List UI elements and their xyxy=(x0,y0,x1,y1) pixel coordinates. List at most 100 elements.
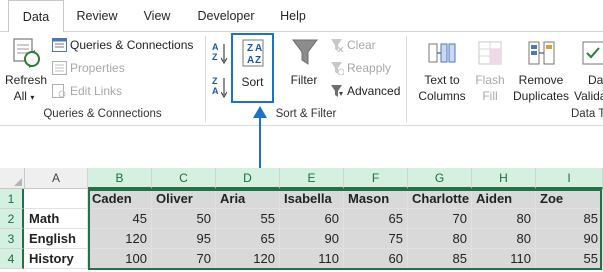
column-header-a[interactable]: A xyxy=(25,168,88,189)
advanced-filter-icon xyxy=(331,85,343,97)
group-divider xyxy=(406,36,407,122)
tab-developer[interactable]: Developer xyxy=(186,0,266,32)
column-header-d[interactable]: D xyxy=(216,168,280,189)
column-header-c[interactable]: C xyxy=(152,168,216,189)
column-header-f[interactable]: F xyxy=(344,168,408,189)
svg-text:A: A xyxy=(247,55,254,66)
reapply-icon xyxy=(331,62,345,76)
cell-g2[interactable]: 70 xyxy=(408,209,472,229)
group-label-data-tools: Data T xyxy=(571,108,603,120)
edit-links-button[interactable]: Edit Links xyxy=(52,83,122,99)
cell-c1[interactable]: Oliver xyxy=(152,189,216,209)
cell-c4[interactable]: 70 xyxy=(152,249,216,269)
tab-view[interactable]: View xyxy=(132,0,182,32)
remove-duplicates-button[interactable]: Remove Duplicates xyxy=(510,34,572,104)
refresh-all-button[interactable]: Refresh All ▾ xyxy=(2,34,50,106)
cell-b2[interactable]: 45 xyxy=(88,209,152,229)
cell-d1[interactable]: Aria xyxy=(216,189,280,209)
arrow-down-icon xyxy=(221,78,227,98)
cell-i2[interactable]: 85 xyxy=(536,209,603,229)
svg-text:Z: Z xyxy=(247,43,253,54)
cell-h1[interactable]: Aiden xyxy=(472,189,536,209)
cell-a3[interactable]: English xyxy=(25,229,88,249)
cell-d3[interactable]: 65 xyxy=(216,229,280,249)
sort-z-to-a-button[interactable]: ZA xyxy=(212,76,228,100)
reapply-button[interactable]: Reapply xyxy=(330,60,391,76)
refresh-label: Refresh xyxy=(4,73,48,87)
row-header-3[interactable]: 3 xyxy=(0,229,24,249)
tab-help[interactable]: Help xyxy=(270,0,316,32)
queries-connections-button[interactable]: Queries & Connections xyxy=(52,37,193,53)
refresh-all-icon xyxy=(13,38,40,68)
cell-h3[interactable]: 80 xyxy=(472,229,536,249)
cell-b4[interactable]: 100 xyxy=(88,249,152,269)
group-label-queries: Queries & Connections xyxy=(43,108,162,120)
cell-d2[interactable]: 55 xyxy=(216,209,280,229)
edit-links-icon xyxy=(52,84,66,98)
cell-f3[interactable]: 75 xyxy=(344,229,408,249)
row-header-1[interactable]: 1 xyxy=(0,189,24,209)
columns-label: Columns xyxy=(418,89,466,103)
cell-f1[interactable]: Mason xyxy=(344,189,408,209)
data-validation-button[interactable]: Da Valida xyxy=(574,34,603,104)
properties-button[interactable]: Properties xyxy=(52,60,125,76)
funnel-icon xyxy=(292,39,318,65)
flash-fill-button[interactable]: Flash Fill xyxy=(472,34,508,104)
column-header-g[interactable]: G xyxy=(408,168,472,189)
filter-button[interactable]: Filter xyxy=(282,34,326,104)
tab-review[interactable]: Review xyxy=(68,0,126,32)
fill-label: Fill xyxy=(482,89,498,103)
cell-e1[interactable]: Isabella xyxy=(280,189,344,209)
cell-g1[interactable]: Charlotte xyxy=(408,189,472,209)
cell-i1[interactable]: Zoe xyxy=(536,189,603,209)
cell-a1[interactable] xyxy=(25,189,88,209)
sort-button[interactable]: Z A A Z Sort xyxy=(231,33,274,103)
cell-e4[interactable]: 110 xyxy=(280,249,344,269)
column-header-e[interactable]: E xyxy=(280,168,344,189)
duplicates-label: Duplicates xyxy=(512,89,570,103)
cell-b1[interactable]: Caden xyxy=(88,189,152,209)
row-header-4[interactable]: 4 xyxy=(0,249,24,269)
cell-e3[interactable]: 90 xyxy=(280,229,344,249)
properties-label: Properties xyxy=(70,61,125,75)
cell-c3[interactable]: 95 xyxy=(152,229,216,249)
advanced-button[interactable]: Advanced xyxy=(330,83,400,99)
cell-g3[interactable]: 80 xyxy=(408,229,472,249)
cell-h2[interactable]: 80 xyxy=(472,209,536,229)
cell-e2[interactable]: 60 xyxy=(280,209,344,229)
reapply-label: Reapply xyxy=(347,61,392,75)
cell-c2[interactable]: 50 xyxy=(152,209,216,229)
data-validation-icon xyxy=(582,41,603,65)
cell-f4[interactable]: 60 xyxy=(344,249,408,269)
data-validation-label-1: Da xyxy=(588,73,603,87)
queries-connections-icon xyxy=(52,38,67,52)
cell-g4[interactable]: 85 xyxy=(408,249,472,269)
clear-label: Clear xyxy=(347,38,376,52)
cell-a4[interactable]: History xyxy=(25,249,88,269)
row-header-2[interactable]: 2 xyxy=(0,209,24,229)
arrow-down-icon xyxy=(221,44,227,64)
text-to-columns-icon xyxy=(428,43,456,63)
flash-fill-icon xyxy=(478,41,502,65)
cell-f2[interactable]: 65 xyxy=(344,209,408,229)
tab-data[interactable]: Data xyxy=(8,0,64,33)
properties-icon xyxy=(52,61,67,75)
queries-connections-label: Queries & Connections xyxy=(70,38,194,52)
cell-d4[interactable]: 120 xyxy=(216,249,280,269)
sort-a-to-z-button[interactable]: AZ xyxy=(212,42,228,66)
cell-i3[interactable]: 90 xyxy=(536,229,603,249)
ribbon-tab-bar: Data Review View Developer Help xyxy=(0,0,603,33)
column-header-h[interactable]: H xyxy=(472,168,536,189)
column-header-b[interactable]: B xyxy=(88,168,152,189)
text-to-label: Text to xyxy=(424,73,460,87)
cell-a2[interactable]: Math xyxy=(25,209,88,229)
text-to-columns-button[interactable]: Text to Columns xyxy=(412,34,472,104)
clear-button[interactable]: Clear xyxy=(330,37,376,53)
column-header-i[interactable]: I xyxy=(536,168,603,189)
cell-h4[interactable]: 110 xyxy=(472,249,536,269)
cell-i4[interactable]: 55 xyxy=(536,249,603,269)
refresh-all-label: All ▾ xyxy=(13,89,35,103)
remove-label: Remove xyxy=(518,73,564,87)
cell-b3[interactable]: 120 xyxy=(88,229,152,249)
sort-icon: Z A A Z xyxy=(242,39,264,67)
